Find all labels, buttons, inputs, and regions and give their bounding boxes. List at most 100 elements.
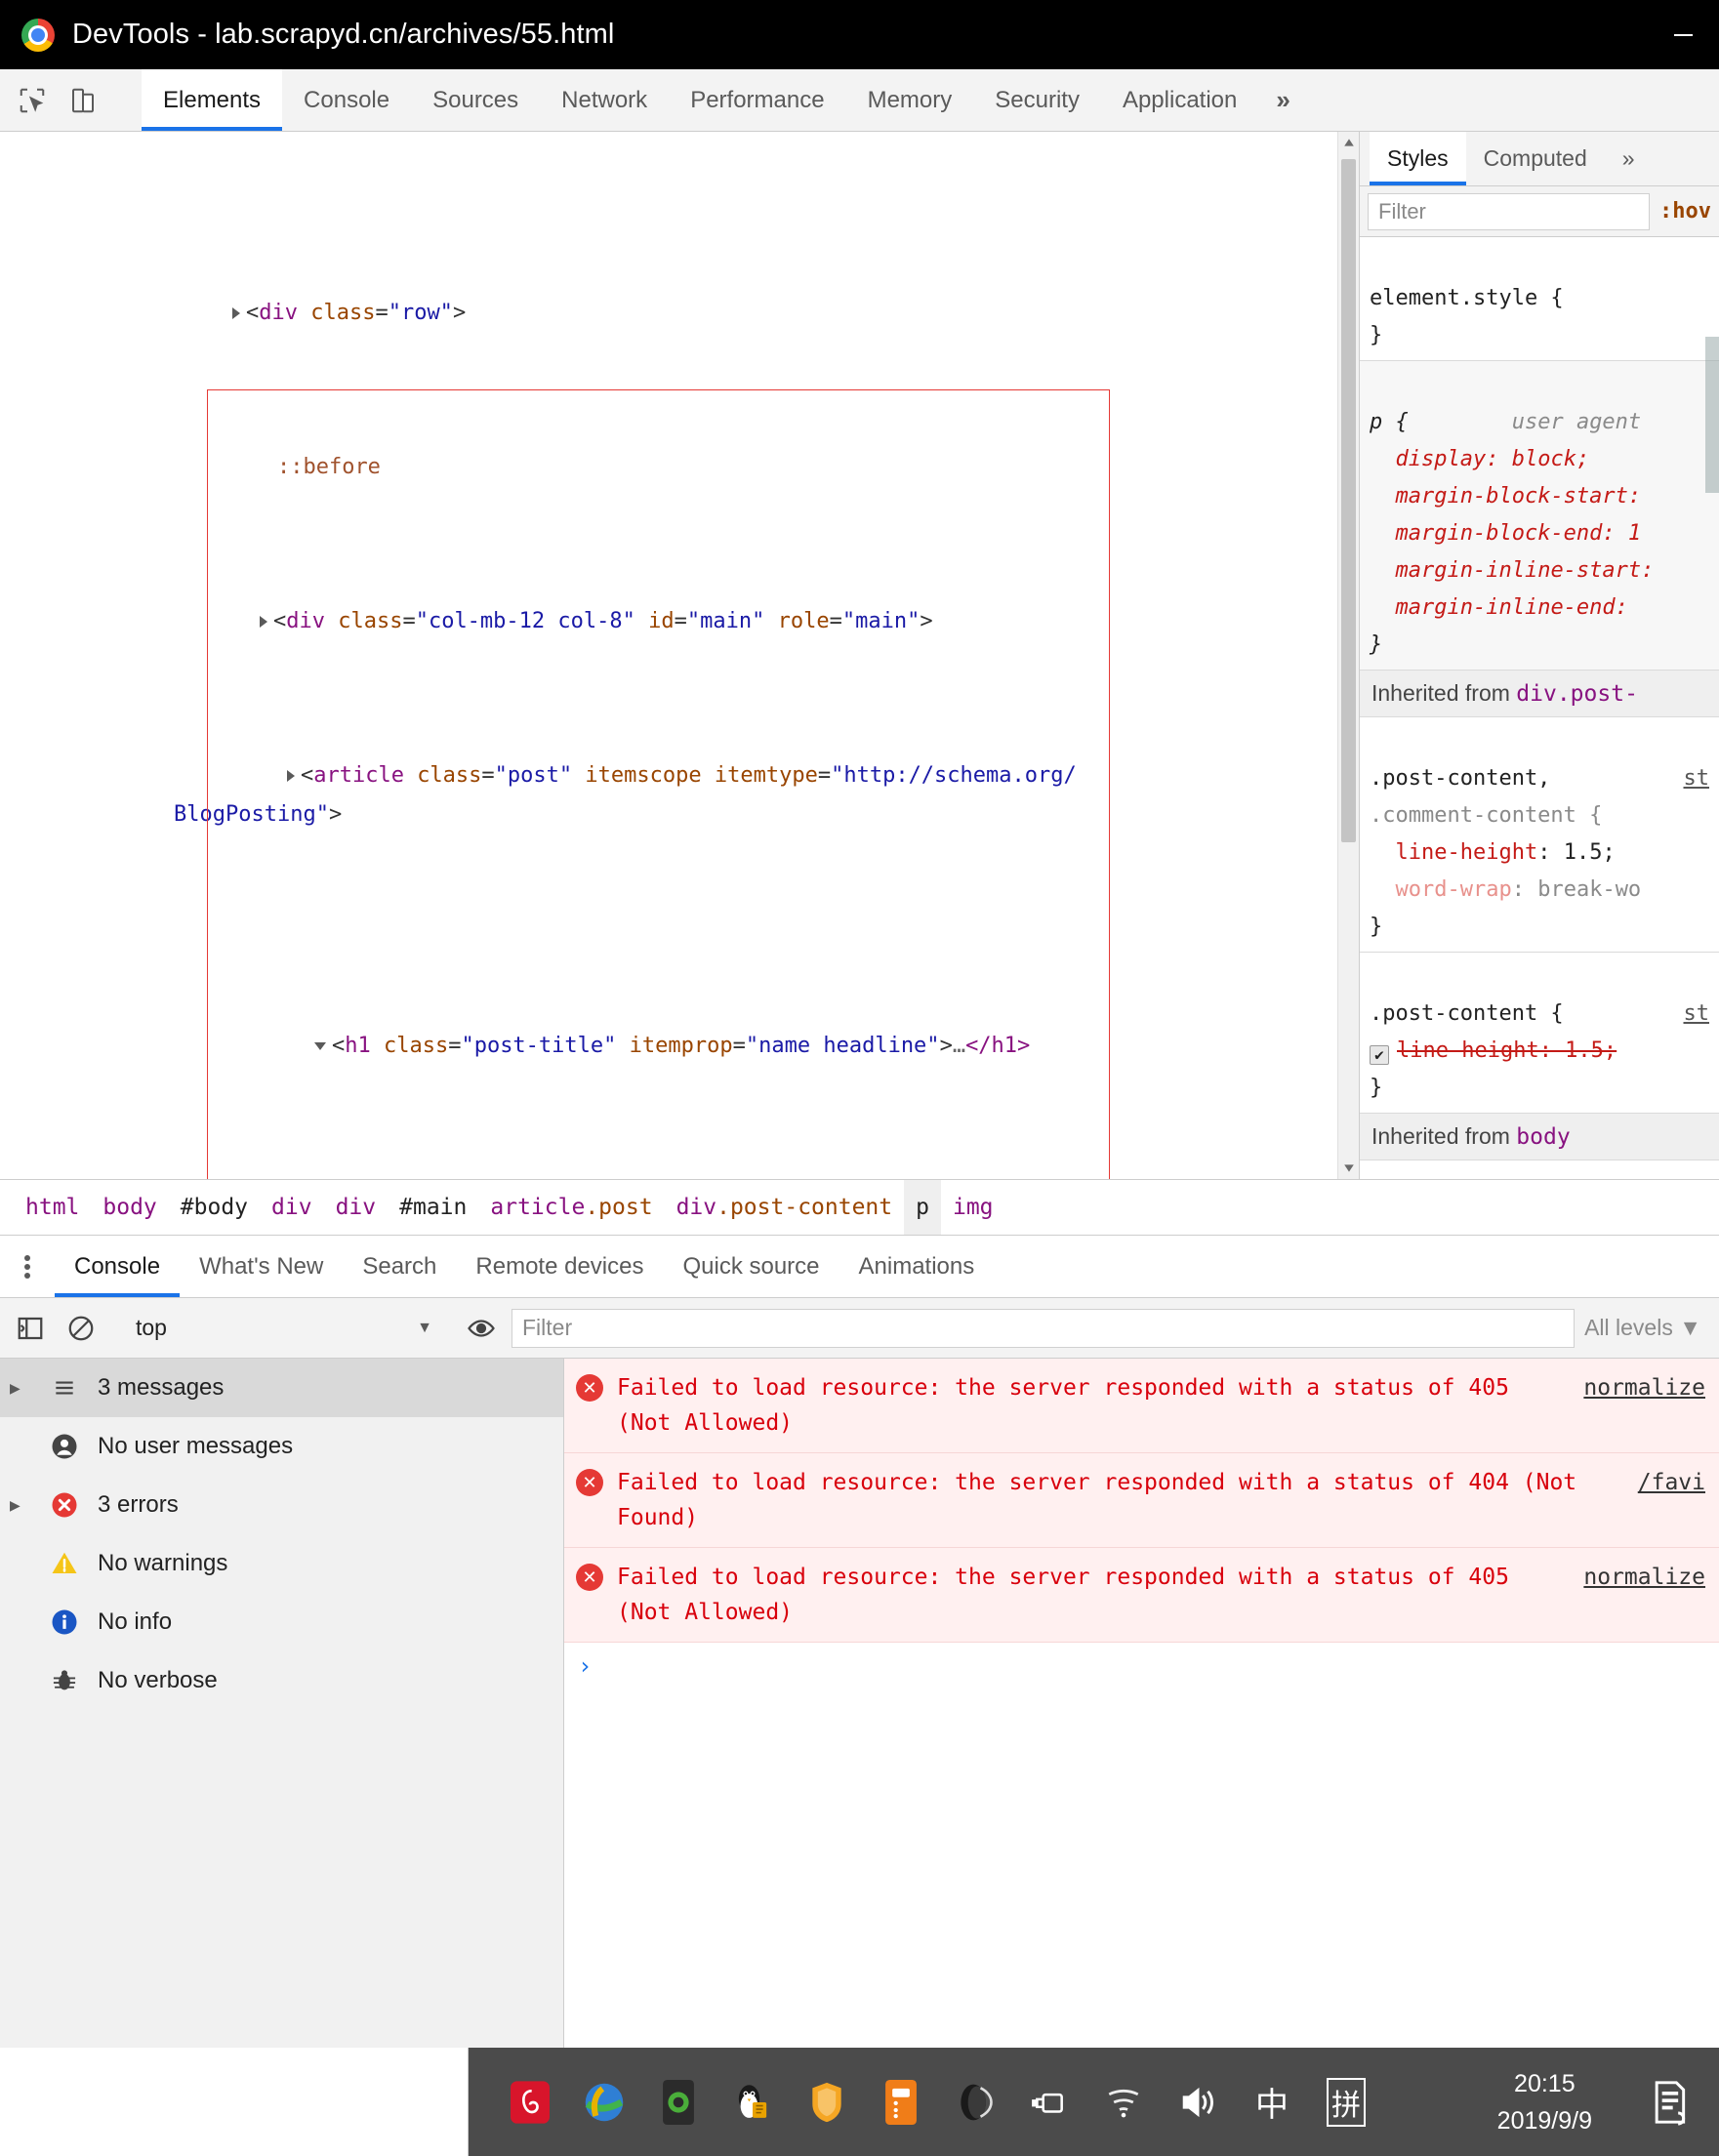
styles-more-chevron-icon[interactable]: » [1605,132,1653,185]
css-property[interactable]: margin-inline-start [1396,558,1642,583]
console-prompt[interactable]: › [564,1643,1719,1689]
drawer-tab-whats-new[interactable]: What's New [180,1236,343,1297]
force-state-button[interactable]: :hov [1659,199,1711,224]
message-source-link[interactable]: normalize [1583,1560,1705,1595]
dom-line-div-post-content[interactable]: <div class="post-content" itemprop="arti… [0,1142,1359,1179]
scrollbar-thumb[interactable] [1341,159,1356,842]
tab-elements[interactable]: Elements [142,69,283,131]
styles-filter-input[interactable]: Filter [1368,192,1651,230]
tab-security[interactable]: Security [973,69,1101,131]
expand-triangle-icon[interactable] [286,770,295,782]
css-property[interactable]: margin-block-end [1396,521,1603,546]
dom-line-div-main[interactable]: <div class="col-mb-12 col-8" id="main" r… [0,564,1359,633]
ime-pinyin-icon[interactable]: 拼 [1324,2077,1369,2128]
collapse-triangle-icon[interactable] [313,1041,326,1050]
more-tabs-chevron-icon[interactable]: » [1258,69,1307,131]
elements-scrollbar[interactable] [1337,132,1359,1179]
console-message[interactable]: ✕ Failed to load resource: the server re… [564,1548,1719,1643]
console-sidebar-item-errors[interactable]: ▶ 3 errors [0,1476,563,1534]
dom-line-h1-post-title[interactable]: <h1 class="post-title" itemprop="name he… [0,988,1359,1058]
tab-memory[interactable]: Memory [846,69,974,131]
wifi-icon[interactable] [1101,2077,1146,2128]
css-value[interactable]: break-wo [1537,877,1641,902]
breadcrumb-item-div-1[interactable]: div [260,1180,324,1235]
breadcrumb-item-p[interactable]: p [904,1180,941,1235]
console-sidebar-toggle-icon[interactable] [10,1308,51,1349]
css-source-link[interactable]: st [1684,996,1710,1033]
minimize-button[interactable] [1653,12,1713,59]
console-sidebar-item-user-messages[interactable]: No user messages [0,1417,563,1476]
inherited-target[interactable]: body [1516,1124,1570,1150]
css-value[interactable]: 1.5; [1564,840,1616,865]
clear-console-icon[interactable] [61,1308,102,1349]
breadcrumb-item-div-2[interactable]: div [324,1180,389,1235]
expand-arrow-icon[interactable]: ▶ [10,1497,31,1514]
styles-scrollbar[interactable] [1705,337,1719,493]
tab-performance[interactable]: Performance [669,69,845,131]
device-toolbar-icon[interactable] [61,78,105,123]
dom-line-before-pseudo[interactable]: ::before [0,410,1359,479]
tab-application[interactable]: Application [1101,69,1258,131]
console-filter-input[interactable]: Filter [512,1308,1576,1348]
console-message[interactable]: ✕ Failed to load resource: the server re… [564,1453,1719,1548]
css-property[interactable]: margin-block-start [1396,484,1628,508]
orange-app-icon[interactable] [879,2077,923,2128]
internet-download-manager-icon[interactable] [582,2077,627,2128]
css-value[interactable]: 1 [1628,521,1641,546]
css-rule-user-agent-p[interactable]: p { user agent display: block; margin-bl… [1360,361,1719,671]
console-sidebar-item-warnings[interactable]: No warnings [0,1534,563,1593]
breadcrumb-item-body[interactable]: body [91,1180,168,1235]
css-property-disabled[interactable]: line-height: 1.5; [1397,1038,1617,1063]
scroll-down-icon[interactable] [1338,1158,1359,1179]
expand-arrow-icon[interactable]: ▶ [10,1380,31,1397]
console-sidebar-item-messages[interactable]: ▶ 3 messages [0,1359,563,1417]
scroll-up-icon[interactable] [1338,132,1359,153]
dom-line-div-row[interactable]: <div class="row"> [0,256,1359,325]
console-sidebar-item-info[interactable]: No info [0,1593,563,1651]
console-message[interactable]: ✕ Failed to load resource: the server re… [564,1359,1719,1453]
inspect-element-icon[interactable] [10,78,55,123]
css-rule-post-content[interactable]: .post-content { st ✔ line-height: 1.5; } [1360,953,1719,1114]
css-source-link[interactable]: st [1684,760,1710,797]
ime-mode-icon[interactable]: 中 [1249,2077,1294,2128]
css-property[interactable]: display [1396,447,1487,471]
css-rule-element-style[interactable]: element.style { } [1360,237,1719,361]
console-sidebar-item-verbose[interactable]: No verbose [0,1651,563,1710]
drawer-tab-search[interactable]: Search [343,1236,456,1297]
qq-penguin-icon[interactable] [730,2077,775,2128]
drawer-tab-quick-source[interactable]: Quick source [663,1236,839,1297]
speaker-app-icon[interactable] [953,2077,998,2128]
breadcrumb-item-main[interactable]: #main [388,1180,478,1235]
tab-network[interactable]: Network [540,69,669,131]
inherited-target[interactable]: div.post- [1516,681,1638,707]
breadcrumb-item-body-id[interactable]: #body [169,1180,260,1235]
log-level-selector[interactable]: All levels ▼ [1584,1315,1709,1341]
live-expression-icon[interactable] [461,1308,502,1349]
breadcrumb-item-img[interactable]: img [941,1180,1005,1235]
message-source-link[interactable]: normalize [1583,1370,1705,1405]
wechat-icon[interactable] [656,2077,701,2128]
sogou-shield-icon[interactable] [804,2077,849,2128]
notification-center-icon[interactable] [1647,2077,1692,2128]
tab-styles[interactable]: Styles [1370,132,1466,185]
more-options-icon[interactable] [0,1236,55,1297]
css-rule-body[interactable]: body { st background: ▸ url(im no-repeat… [1360,1160,1719,1179]
power-icon[interactable] [1027,2077,1072,2128]
taskbar-clock[interactable]: 20:15 2019/9/9 [1497,2065,1592,2139]
css-property[interactable]: margin-inline-end [1396,595,1616,620]
expand-triangle-icon[interactable] [259,616,267,628]
css-value[interactable]: block; [1512,447,1589,471]
css-property-checkbox[interactable]: ✔ [1370,1045,1389,1065]
tab-computed[interactable]: Computed [1466,132,1605,185]
breadcrumb-item-html[interactable]: html [14,1180,91,1235]
expand-triangle-icon[interactable] [231,307,240,319]
tab-sources[interactable]: Sources [411,69,540,131]
message-source-link[interactable]: /favi [1638,1465,1705,1500]
breadcrumb-item-div-post-content[interactable]: div .post-content [665,1180,905,1235]
css-property[interactable]: word-wrap [1396,877,1512,902]
drawer-tab-console[interactable]: Console [55,1236,181,1297]
dom-line-article-post[interactable]: <article class="post" itemscope itemtype… [0,718,1359,873]
execution-context-selector[interactable]: top ▼ [130,1315,432,1341]
drawer-tab-remote-devices[interactable]: Remote devices [456,1236,663,1297]
breadcrumb-item-article-post[interactable]: article .post [478,1180,664,1235]
